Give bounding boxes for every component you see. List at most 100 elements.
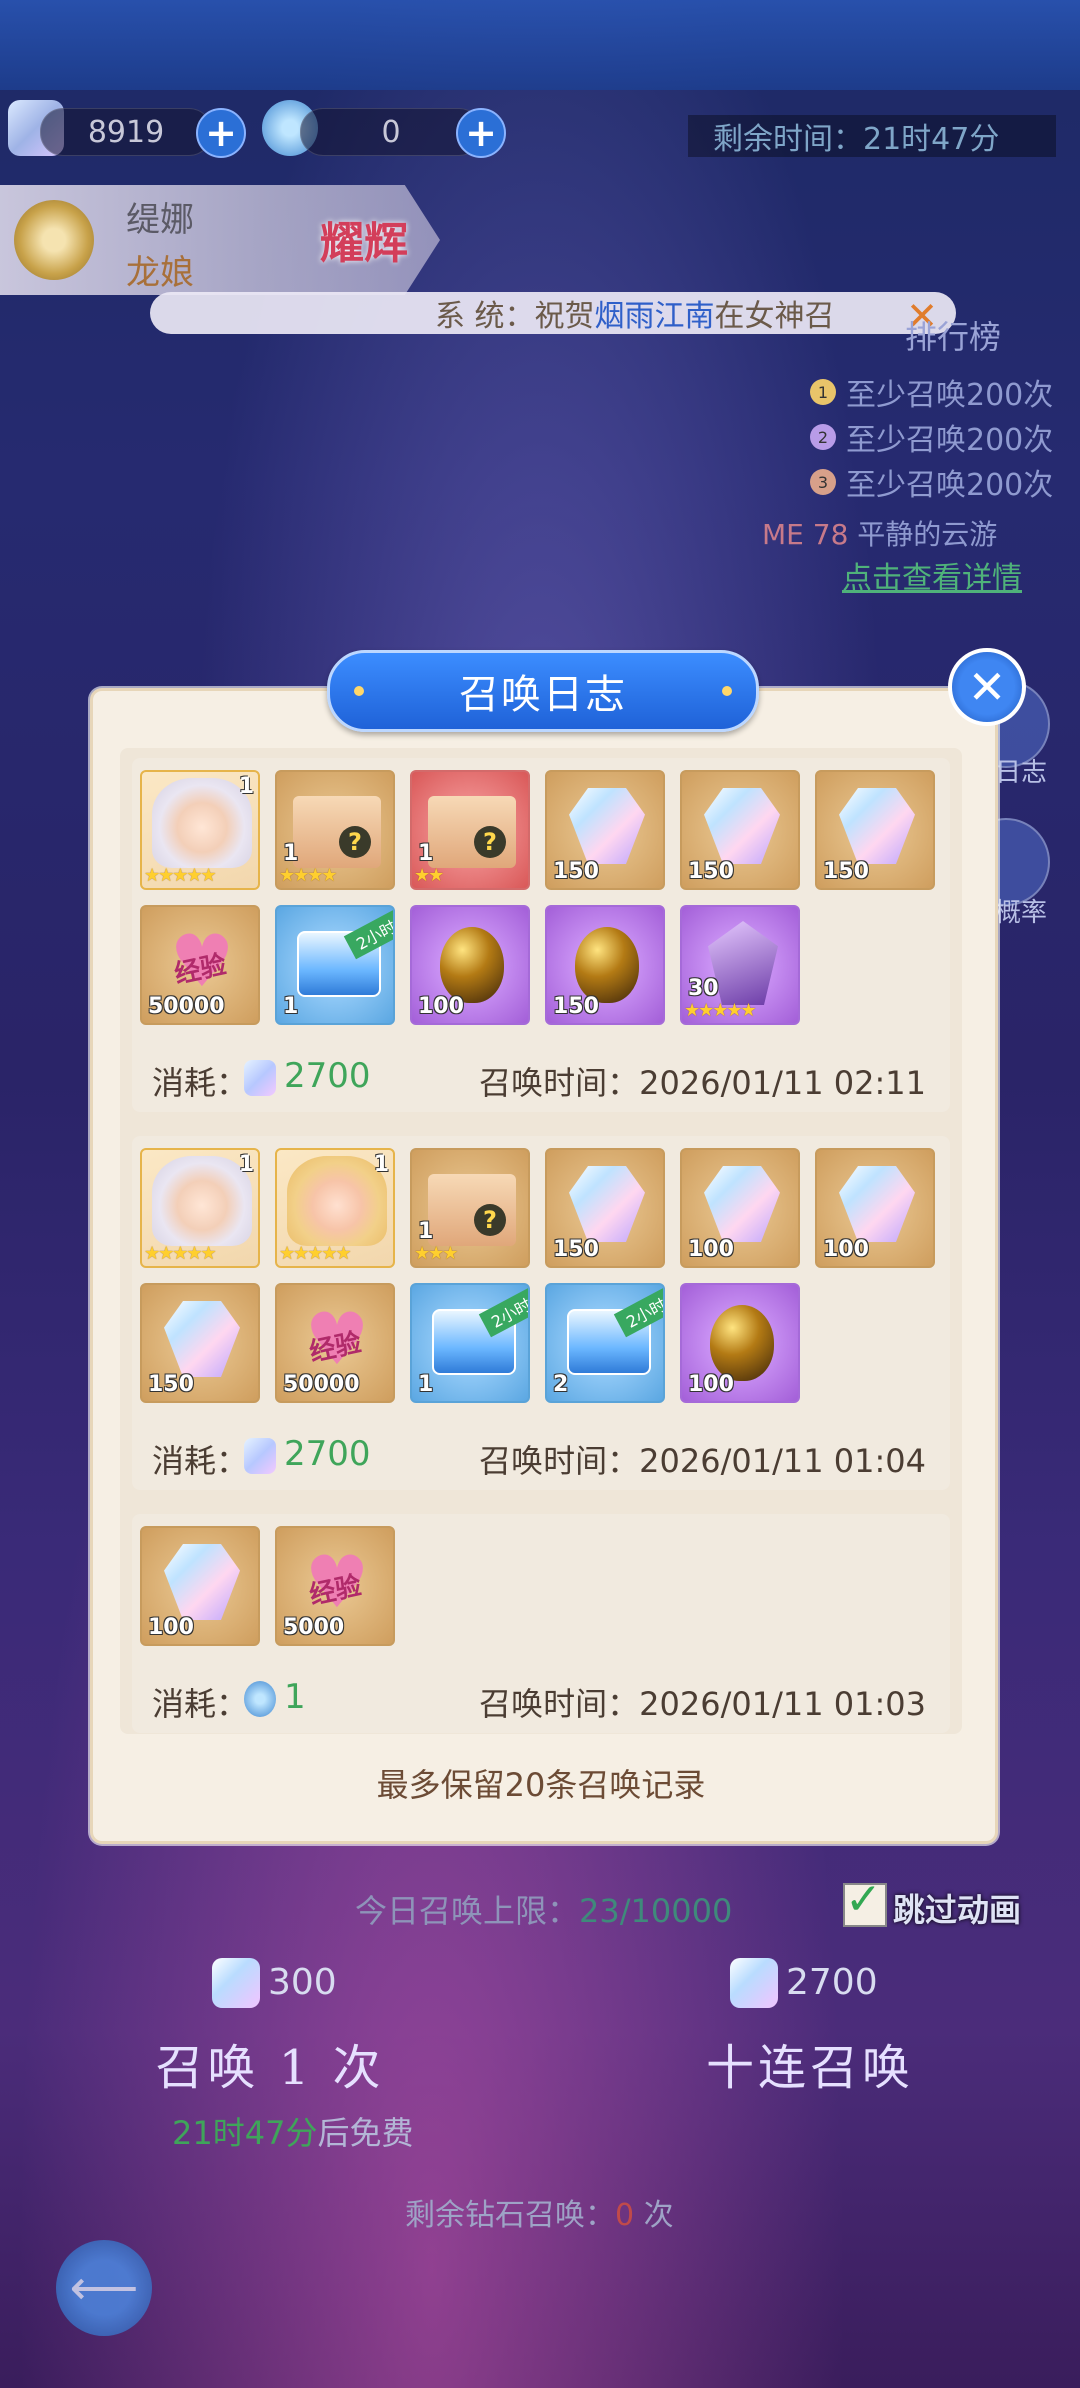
summon-record: 1 ★★★★★ 1 ★★★★★? 1 ★★★ 150 100 100 150 ♥ 经验 50000 2小时… [132, 1136, 950, 1490]
item-quantity: 150 [553, 1237, 599, 1262]
summon-ten-button[interactable]: 十连召唤 [640, 2018, 980, 2108]
ranking-row: 3 至少召唤200次 [810, 460, 1053, 504]
rank-1-icon: 1 [810, 379, 836, 405]
reward-item[interactable]: ♥ 经验 5000 [275, 1526, 395, 1646]
reward-item[interactable]: 2小时 1 [275, 905, 395, 1025]
skip-animation-label[interactable]: 跳过动画 [893, 1885, 1021, 1931]
remaining-time-label: 剩余时间： [713, 122, 863, 157]
reward-item[interactable]: ? 1 ★★ [410, 770, 530, 890]
character-portrait-icon [287, 1156, 387, 1246]
reward-item[interactable]: 100 [680, 1283, 800, 1403]
item-quantity: 150 [823, 859, 869, 884]
summon-record: 100 ♥ 经验 5000 消耗： 1 召唤时间：2026/01/11 01:03 [132, 1514, 950, 1733]
remaining-prefix: 剩余钻石召唤： [405, 2198, 615, 2233]
duration-badge: 2小时 [343, 909, 393, 960]
item-quantity: 100 [148, 1615, 194, 1640]
character-portrait-icon [152, 778, 252, 868]
reward-item[interactable]: 30 ★★★★★ [680, 905, 800, 1025]
system-prefix: 系 统：祝贺 [435, 299, 595, 334]
item-quantity: 50000 [283, 1372, 360, 1397]
item-quantity: 30 [688, 976, 719, 1001]
dragon-egg-icon [710, 1305, 774, 1381]
ranking-row: 2 至少召唤200次 [810, 415, 1053, 459]
title-dot-icon [354, 686, 364, 696]
question-icon: ? [474, 826, 506, 858]
star-rating: ★★★★★ [684, 1000, 757, 1021]
rank-3-icon: 3 [810, 469, 836, 495]
add-scale-button[interactable]: + [456, 108, 506, 158]
title-dot-icon [722, 686, 732, 696]
reward-item[interactable]: 2小时 2 [545, 1283, 665, 1403]
summon-time: 召唤时间：2026/01/11 01:03 [479, 1685, 926, 1723]
add-diamond-button[interactable]: + [196, 108, 246, 158]
records-list[interactable]: 1 ★★★★★? 1 ★★★★? 1 ★★ 150 150 150 ♥ 经验 50000 2小时 1 100… [120, 748, 962, 1734]
me-label: ME 78 [762, 518, 849, 551]
cost-label: 消耗： [152, 1685, 249, 1723]
reward-item[interactable]: 150 [815, 770, 935, 890]
reward-item[interactable]: 100 [140, 1526, 260, 1646]
daily-limit: 今日召唤上限：23/10000 [355, 1886, 732, 1932]
reward-item[interactable]: 100 [815, 1148, 935, 1268]
item-quantity: 100 [688, 1372, 734, 1397]
item-quantity: 100 [688, 1237, 734, 1262]
mystery-box-icon: ? [293, 796, 381, 868]
diamond-count: 8919 [40, 108, 212, 156]
mystery-box-icon: ? [428, 796, 516, 868]
free-timer: 21时47分后免费 [172, 2108, 413, 2154]
diamond-icon [730, 1958, 778, 2008]
reward-item[interactable]: 1 ★★★★★ [140, 770, 260, 890]
scale-count: 0 [300, 108, 482, 156]
mystery-box-icon: ? [428, 1174, 516, 1246]
summon-record: 1 ★★★★★? 1 ★★★★? 1 ★★ 150 150 150 ♥ 经验 50000 2小时 1 100… [132, 758, 950, 1112]
reward-item[interactable]: ? 1 ★★★ [410, 1148, 530, 1268]
single-cost: 300 [268, 1962, 337, 2003]
remaining-value: 0 [615, 2198, 635, 2233]
reward-item[interactable]: 150 [140, 1283, 260, 1403]
daily-limit-label: 今日召唤上限： [355, 1892, 580, 1930]
cost-value: 2700 [284, 1434, 371, 1474]
reward-item[interactable]: ♥ 经验 50000 [140, 905, 260, 1025]
item-quantity: 150 [148, 1372, 194, 1397]
item-quantity: 1 [283, 841, 299, 866]
crystal-gem-icon [839, 788, 915, 864]
reward-item[interactable]: ♥ 经验 50000 [275, 1283, 395, 1403]
ranking-me: ME 78 平静的云游 [762, 513, 997, 553]
cost-value: 2700 [284, 1056, 371, 1096]
reward-item[interactable]: 1 ★★★★★ [140, 1148, 260, 1268]
diamond-icon [244, 1438, 276, 1474]
reward-item[interactable]: ? 1 ★★★★ [275, 770, 395, 890]
crystal-gem-icon [569, 1166, 645, 1242]
question-icon: ? [339, 826, 371, 858]
footer-note: 最多保留20条召唤记录 [376, 1766, 706, 1804]
reward-item[interactable]: 150 [545, 905, 665, 1025]
crystal-gem-icon [704, 788, 780, 864]
rate-side-label: 概率 [995, 898, 1048, 928]
ten-cost: 2700 [786, 1962, 878, 2003]
gear-icon[interactable] [14, 200, 94, 280]
scale-icon [244, 1681, 276, 1717]
back-button[interactable]: ⟵ [56, 2240, 152, 2336]
reward-item[interactable]: 150 [545, 770, 665, 890]
crystal-gem-icon [164, 1301, 240, 1377]
reward-item[interactable]: 150 [680, 770, 800, 890]
item-quantity: 1 [418, 1219, 434, 1244]
remaining-time-value: 21时47分 [863, 122, 1000, 157]
question-icon: ? [474, 1204, 506, 1236]
me-name: 平静的云游 [857, 518, 998, 551]
item-quantity: 150 [553, 994, 599, 1019]
ranking-detail-link[interactable]: 点击查看详情 [842, 553, 1022, 597]
duration-badge: 2小时 [613, 1287, 663, 1338]
reward-item[interactable]: 1 ★★★★★ [275, 1148, 395, 1268]
close-modal-button[interactable]: ✕ [948, 648, 1026, 726]
item-quantity: 1 [283, 994, 299, 1019]
reward-item[interactable]: 100 [680, 1148, 800, 1268]
reward-item[interactable]: 150 [545, 1148, 665, 1268]
duration-badge: 2小时 [478, 1287, 528, 1338]
reward-item[interactable]: 2小时 1 [410, 1283, 530, 1403]
item-quantity: 150 [553, 859, 599, 884]
cost-value: 1 [284, 1677, 306, 1717]
diamond-icon [212, 1958, 260, 2008]
reward-item[interactable]: 100 [410, 905, 530, 1025]
item-quantity: 100 [823, 1237, 869, 1262]
summon-once-button[interactable]: 召唤 1 次 [120, 2018, 420, 2108]
